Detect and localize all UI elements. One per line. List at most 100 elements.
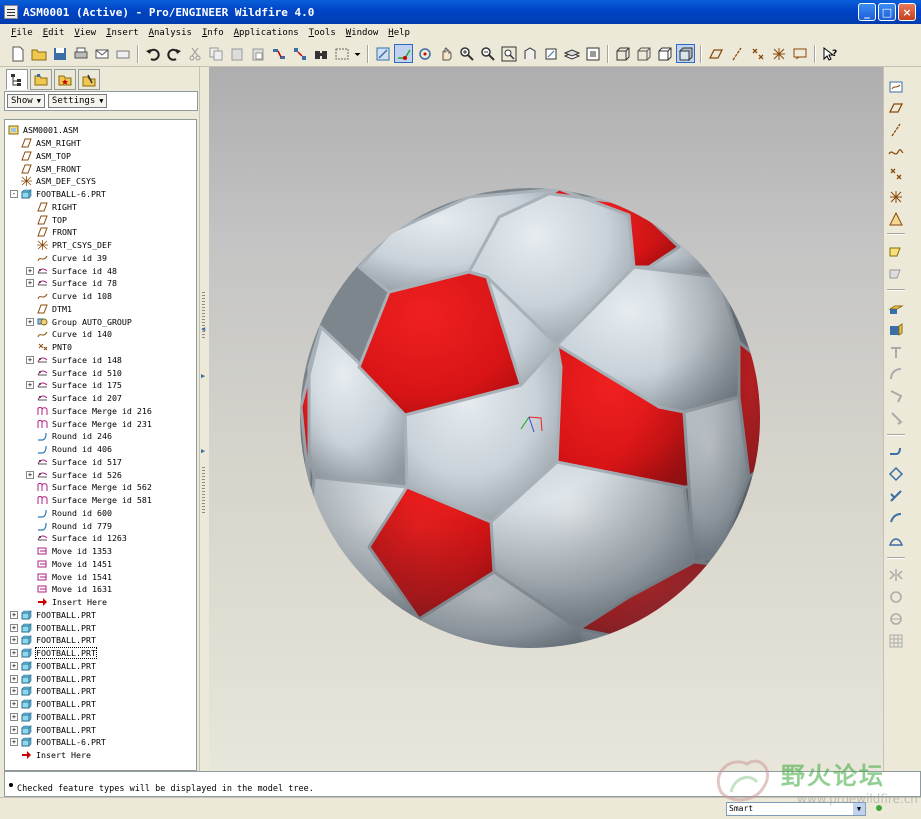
tree-node[interactable]: Move id 1353 [5,545,196,558]
boundary-blend-icon[interactable] [888,533,904,549]
tree-node[interactable]: DTM1 [5,303,196,316]
show-dropdown[interactable]: Show ▼ [7,94,45,108]
redo-icon[interactable] [164,44,183,63]
favorites-tab-icon[interactable] [54,69,76,90]
new-file-icon[interactable] [8,44,27,63]
close-button[interactable]: × [898,3,916,21]
datum-axes-toggle-icon[interactable] [727,44,746,63]
datum-planes-toggle-icon[interactable] [706,44,725,63]
save-icon[interactable] [50,44,69,63]
mirror-tool-icon[interactable] [888,567,904,583]
no-hidden-icon[interactable] [655,44,674,63]
tree-node[interactable]: ASM_TOP [5,150,196,163]
tree-node[interactable]: Round id 779 [5,519,196,532]
pan-hand-icon[interactable] [436,44,455,63]
maximize-button[interactable]: □ [878,3,896,21]
tree-node[interactable]: Surface Merge id 562 [5,481,196,494]
tree-node[interactable]: + FOOTBALL.PRT [5,647,196,660]
print-icon[interactable] [71,44,90,63]
tree-node[interactable]: Surface Merge id 216 [5,405,196,418]
blend-tool-icon[interactable] [888,510,904,526]
create-component-icon[interactable] [888,266,904,282]
shading-icon[interactable] [676,44,695,63]
tree-node[interactable]: ASM0001.ASM [5,124,196,137]
selection-dropdown-icon[interactable] [353,44,362,63]
tree-node[interactable]: ASM_FRONT [5,162,196,175]
undo-icon[interactable] [143,44,162,63]
tree-node[interactable]: Surface id 517 [5,456,196,469]
tree-node[interactable]: Insert Here [5,596,196,609]
open-folder-icon[interactable] [29,44,48,63]
tree-node[interactable]: + FOOTBALL-6.PRT [5,736,196,749]
csys-toggle-icon[interactable] [769,44,788,63]
tree-node[interactable]: Move id 1631 [5,583,196,596]
menu-view[interactable]: View [69,28,101,38]
tree-node[interactable]: FRONT [5,226,196,239]
datum-plane-tool-icon[interactable] [888,100,904,116]
tree-node[interactable]: Move id 1541 [5,570,196,583]
expand-icon[interactable]: + [10,623,18,632]
saved-views-icon[interactable] [541,44,560,63]
tree-node[interactable]: Surface Merge id 581 [5,494,196,507]
expand-icon[interactable]: + [10,674,18,683]
expand-icon[interactable]: + [10,712,18,721]
expand-icon[interactable]: + [26,279,34,288]
shell-tool-icon[interactable] [888,366,904,382]
revolve-tool-icon[interactable] [888,322,904,338]
folder-browser-tab-icon[interactable] [30,69,52,90]
merge-tool-icon[interactable] [888,589,904,605]
refit-icon[interactable] [499,44,518,63]
datum-axis-tool-icon[interactable] [888,122,904,138]
minimize-button[interactable]: _ [858,3,876,21]
menu-applications[interactable]: Applications [229,28,304,38]
model-tree-tab-icon[interactable] [6,69,28,90]
send-mail-icon[interactable] [92,44,111,63]
tree-node[interactable]: Surface id 1263 [5,532,196,545]
zoom-out-icon[interactable] [478,44,497,63]
tree-node[interactable]: ASM_DEF_CSYS [5,175,196,188]
datum-curve-tool-icon[interactable] [888,144,904,160]
menu-analysis[interactable]: Analysis [144,28,197,38]
tree-node[interactable]: + FOOTBALL.PRT [5,698,196,711]
trim-tool-icon[interactable] [888,611,904,627]
tree-node[interactable]: Move id 1451 [5,558,196,571]
tree-node[interactable]: + FOOTBALL.PRT [5,634,196,647]
tree-node[interactable]: - FOOTBALL-6.PRT [5,188,196,201]
tree-node[interactable]: + Surface id 526 [5,468,196,481]
hidden-line-icon[interactable] [634,44,653,63]
menu-help[interactable]: Help [383,28,415,38]
menu-insert[interactable]: Insert [101,28,144,38]
menu-info[interactable]: Info [197,28,229,38]
expand-icon[interactable]: + [26,266,34,275]
tree-node[interactable]: + Group AUTO_GROUP [5,315,196,328]
settings-dropdown[interactable]: Settings ▼ [47,94,108,108]
selection-filter-select[interactable]: Smart ▼ [726,802,866,816]
tree-node[interactable]: TOP [5,213,196,226]
menu-file[interactable]: File [6,28,38,38]
menu-window[interactable]: Window [341,28,384,38]
panel-splitter[interactable]: ◀ ▶ ▶ [199,67,208,771]
regenerate-icon[interactable] [269,44,288,63]
tree-node[interactable]: + FOOTBALL.PRT [5,685,196,698]
connections-tab-icon[interactable] [78,69,100,90]
tree-node[interactable]: PRT_CSYS_DEF [5,239,196,252]
tree-node[interactable]: + FOOTBALL.PRT [5,723,196,736]
tree-node[interactable]: Surface Merge id 231 [5,417,196,430]
collapse-icon[interactable]: - [10,190,18,199]
tree-node[interactable]: Insert Here [5,749,196,762]
expand-icon[interactable]: + [26,317,34,326]
tree-node[interactable]: Surface id 510 [5,366,196,379]
view-manager-icon[interactable] [583,44,602,63]
expand-icon[interactable]: + [10,661,18,670]
annotations-toggle-icon[interactable] [790,44,809,63]
wireframe-icon[interactable] [613,44,632,63]
draft-tool-icon[interactable] [888,410,904,426]
tree-node[interactable]: Round id 600 [5,507,196,520]
orient-mode-icon[interactable] [415,44,434,63]
tree-node[interactable]: + Surface id 48 [5,264,196,277]
menu-edit[interactable]: Edit [38,28,70,38]
expand-icon[interactable]: + [10,687,18,696]
find-icon[interactable] [311,44,330,63]
rib-tool-icon[interactable] [888,388,904,404]
tree-node[interactable]: ASM_RIGHT [5,137,196,150]
